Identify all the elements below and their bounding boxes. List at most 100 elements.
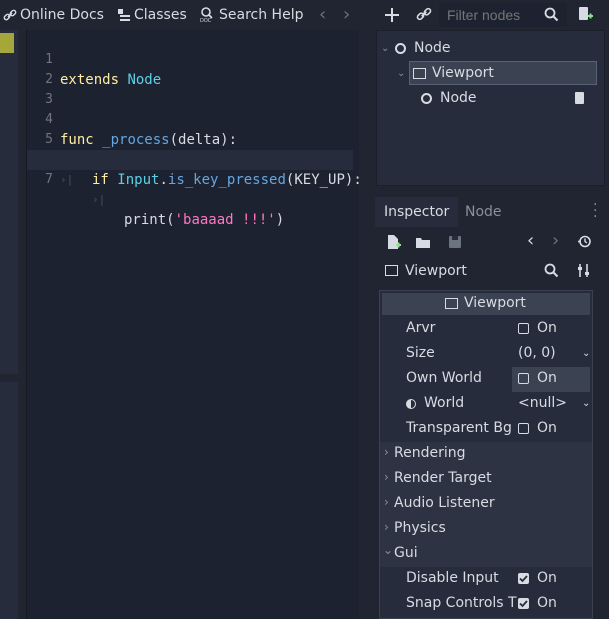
code-line: 4 func _process(delta): — [27, 90, 359, 148]
section-audio-listener[interactable]: › Audio Listener — [380, 492, 592, 517]
tree-node-child[interactable]: Node — [421, 86, 601, 110]
checkmark-icon — [518, 597, 529, 609]
scene-dock: ⌄ Node ⌄ Viewport Node — [373, 0, 609, 190]
inspector-tabs: Inspector Node · · · — [373, 197, 609, 227]
script-icon[interactable] — [573, 91, 586, 105]
viewport-icon — [445, 298, 458, 309]
selected-node-highlight[interactable]: Viewport — [409, 61, 597, 85]
tree-node-viewport[interactable]: ⌄ Viewport — [397, 61, 601, 85]
world-value: <null> — [518, 395, 567, 411]
checkbox-label: On — [537, 420, 557, 436]
code-token: . — [159, 172, 168, 188]
online-docs-button[interactable]: Online Docs — [3, 5, 104, 25]
collapse-arrow-icon[interactable]: ⌄ — [397, 68, 409, 79]
node-name: Viewport — [432, 65, 494, 81]
forward-arrow-icon[interactable]: › — [343, 4, 350, 25]
property-label: Snap Controls T — [406, 595, 517, 611]
tab-node[interactable]: Node — [456, 197, 511, 227]
size-value: (0, 0) — [518, 345, 556, 361]
chevron-down-icon: ⌄ — [582, 397, 591, 409]
checkmark-icon — [518, 572, 529, 584]
open-folder-icon[interactable] — [415, 234, 431, 250]
viewport-icon — [413, 67, 426, 79]
inspector-scrollbar[interactable] — [602, 290, 609, 619]
resource-icon — [406, 399, 416, 409]
code-token: print — [124, 212, 167, 228]
line-number: 7 — [45, 172, 53, 187]
code-token: (KEY_UP): — [285, 172, 362, 188]
arvr-checkbox[interactable]: On — [518, 320, 557, 336]
code-line: 5 ›| if Input.is_key_pressed(KEY_UP): — [27, 110, 362, 188]
menu-dots-icon[interactable]: · · · — [593, 198, 597, 224]
search-doc-icon: DOC — [200, 7, 213, 23]
code-token: ) — [275, 212, 285, 228]
tree-node-root[interactable]: ⌄ Node — [381, 36, 601, 60]
class-header-label: Viewport — [464, 295, 526, 311]
section-gui[interactable]: ⌄ Gui — [380, 542, 592, 567]
chevron-right-icon: › — [384, 520, 389, 534]
section-label: Render Target — [394, 470, 492, 486]
property-label: Own World — [406, 370, 482, 386]
method-list-panel — [0, 382, 18, 619]
tab-label: Node — [465, 204, 502, 220]
property-tools-icon[interactable] — [576, 263, 591, 278]
instance-scene-icon[interactable] — [416, 6, 432, 22]
checkbox-label: On — [537, 595, 557, 611]
collapse-arrow-icon[interactable]: ⌄ — [381, 43, 395, 54]
disable-input-checkbox[interactable]: On — [518, 570, 557, 586]
snap-controls-checkbox[interactable]: On — [518, 595, 557, 611]
code-editor[interactable]: 1 extends Node 2 3 4 func _process(delta… — [26, 30, 362, 619]
tab-inspector[interactable]: Inspector — [375, 197, 459, 227]
code-token: ( — [166, 212, 175, 228]
transparent-bg-checkbox[interactable]: On — [518, 420, 557, 436]
class-list-icon — [118, 9, 130, 21]
section-render-target[interactable]: › Render Target — [380, 467, 592, 492]
chevron-right-icon: › — [384, 470, 389, 484]
new-resource-icon[interactable] — [385, 234, 401, 250]
checkbox-label: On — [537, 370, 557, 386]
chevron-right-icon: › — [384, 495, 389, 509]
history-forward-icon[interactable]: › — [552, 230, 559, 251]
checkbox-icon — [518, 322, 529, 334]
node-icon — [421, 92, 432, 104]
search-icon — [544, 7, 559, 22]
own-world-checkbox[interactable]: On — [518, 370, 557, 386]
viewport-icon — [385, 265, 398, 276]
section-rendering[interactable]: › Rendering — [380, 442, 592, 467]
classes-button[interactable]: Classes — [117, 5, 187, 25]
attach-script-icon[interactable] — [576, 5, 594, 23]
property-own-world: Own World On — [380, 367, 592, 392]
node-icon — [395, 42, 406, 54]
world-resource-picker[interactable]: <null> ⌄ — [518, 395, 592, 411]
panel-splitter[interactable] — [359, 0, 373, 619]
search-help-button[interactable]: DOC Search Help — [200, 5, 303, 25]
checkbox-icon — [518, 372, 529, 384]
property-label: Disable Input — [406, 570, 499, 586]
scene-tree: ⌄ Node ⌄ Viewport Node — [376, 30, 605, 186]
section-label: Gui — [394, 545, 418, 561]
save-icon[interactable] — [447, 234, 463, 250]
chevron-down-icon: ⌄ — [383, 543, 394, 557]
history-back-icon[interactable]: ‹ — [527, 230, 534, 251]
property-arvr: Arvr On — [380, 317, 592, 342]
back-arrow-icon[interactable]: ‹ — [319, 4, 326, 25]
history-icon[interactable] — [577, 234, 592, 249]
size-field[interactable]: (0, 0) ⌄ — [518, 345, 592, 361]
inspector-dock: Inspector Node · · · ‹ › Viewport Viewport… — [373, 194, 609, 619]
class-header: Viewport — [382, 293, 590, 315]
svg-text:DOC: DOC — [200, 18, 212, 23]
search-icon[interactable] — [544, 263, 559, 278]
checkbox-label: On — [537, 320, 557, 336]
add-node-icon[interactable] — [383, 6, 401, 24]
selected-script-item[interactable] — [0, 33, 14, 53]
property-label: World — [424, 395, 465, 411]
checkbox-label: On — [537, 570, 557, 586]
code-token: Input — [117, 172, 160, 188]
section-physics[interactable]: › Physics — [380, 517, 592, 542]
property-label: Transparent Bg — [406, 420, 512, 436]
chevron-down-icon: ⌄ — [582, 347, 591, 359]
property-label: Arvr — [406, 320, 436, 336]
chevron-right-icon: › — [384, 445, 389, 459]
section-label: Rendering — [394, 445, 466, 461]
node-name: Node — [414, 40, 451, 56]
